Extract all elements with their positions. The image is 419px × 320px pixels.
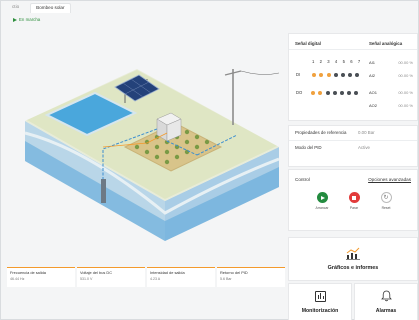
start-label: Arrancar bbox=[315, 206, 329, 210]
signals-header: Señal digital Señal analógica bbox=[289, 34, 417, 50]
pid-mode-label: Modo del PID bbox=[295, 144, 322, 150]
metric-label: Retorno del PID bbox=[220, 270, 248, 275]
run-status: En marcha bbox=[13, 17, 40, 22]
metric-label: Intensidad de salida bbox=[150, 270, 185, 275]
status-dot bbox=[326, 72, 331, 77]
tab-solar-pumping[interactable]: Bombeo solar bbox=[30, 3, 71, 13]
metric-dc-bus-voltage: Voltaje del bus DC 531.0 V bbox=[77, 267, 145, 287]
play-icon bbox=[13, 17, 17, 22]
metrics-bar: Frecuencia de salida 46.44 Hz Voltaje de… bbox=[7, 267, 285, 287]
analog-value: 00.00 % bbox=[398, 90, 413, 95]
stop-icon bbox=[348, 192, 360, 203]
analog-row-ai2: AI2 00.00 % bbox=[369, 73, 413, 78]
metric-label: Frecuencia de salida bbox=[10, 270, 46, 275]
analog-name: AI1 bbox=[369, 60, 376, 65]
row-label: DO bbox=[296, 90, 303, 95]
row-label: DI bbox=[296, 72, 301, 77]
alarms-label: Alarmas bbox=[375, 308, 397, 314]
play-icon bbox=[316, 192, 328, 203]
status-dot bbox=[355, 72, 360, 77]
channel-number: 7 bbox=[357, 59, 361, 64]
control-buttons: Arrancar Parar ↻ Reset bbox=[289, 192, 419, 210]
analog-signal-header: Señal analógica bbox=[369, 41, 403, 46]
digital-input-row: DI bbox=[296, 72, 360, 77]
solar-pumping-scene bbox=[24, 69, 280, 241]
channel-number: 1 bbox=[312, 59, 315, 64]
analog-name: AO1 bbox=[369, 90, 378, 95]
digital-channel-numbers: 1 2 3 4 5 6 7 bbox=[312, 59, 360, 64]
status-dot bbox=[318, 90, 323, 95]
analog-row-ao1: AO1 00.00 % bbox=[369, 90, 413, 95]
control-panel: Control Opciones avanzadas Arrancar Para… bbox=[288, 169, 418, 231]
metric-output-current: Intensidad de salida 4.23 A bbox=[147, 267, 215, 287]
reset-label: Reset bbox=[381, 206, 391, 210]
run-status-text: En marcha bbox=[19, 17, 41, 22]
metric-pid-feedback: Retorno del PID 5.6 Bar bbox=[217, 267, 285, 287]
pid-mode-value: Active bbox=[358, 144, 370, 150]
status-dot bbox=[348, 72, 353, 77]
metric-label: Voltaje del bus DC bbox=[80, 270, 113, 275]
status-dot bbox=[340, 72, 345, 77]
metric-value: 4.23 A bbox=[150, 277, 161, 281]
signals-panel: Señal digital Señal analógica 1 2 3 4 5 … bbox=[288, 33, 418, 121]
app-window: ctio Bombeo solar En marcha Frecuencia d… bbox=[0, 0, 419, 320]
analog-name: AI2 bbox=[369, 73, 376, 78]
channel-number: 3 bbox=[327, 59, 330, 64]
status-dot bbox=[312, 72, 317, 77]
analog-row-ao2: AO2 00.00 % bbox=[369, 103, 413, 108]
alarms-card[interactable]: Alarmas bbox=[354, 283, 418, 320]
channel-number: 4 bbox=[334, 59, 338, 64]
metric-output-frequency: Frecuencia de salida 46.44 Hz bbox=[7, 267, 75, 287]
channel-number: 6 bbox=[350, 59, 353, 64]
pid-mode-row: Modo del PID Active bbox=[289, 139, 417, 155]
bell-icon bbox=[380, 290, 392, 302]
status-dot bbox=[332, 90, 337, 95]
analog-name: AO2 bbox=[369, 103, 378, 108]
metric-value: 531.0 V bbox=[80, 277, 93, 281]
monitor-icon bbox=[314, 290, 326, 302]
pid-reference-label: Propiedades de referencia bbox=[295, 130, 347, 135]
pid-panel: Propiedades de referencia 0.00 Bar Modo … bbox=[288, 125, 418, 167]
utility-pole bbox=[224, 69, 280, 125]
status-dot bbox=[325, 90, 330, 95]
pid-reference-row: Propiedades de referencia 0.00 Bar bbox=[289, 126, 417, 140]
status-dot bbox=[311, 90, 316, 95]
start-button[interactable]: Arrancar bbox=[313, 192, 331, 210]
analog-row-ai1: AI1 00.00 % bbox=[369, 60, 413, 65]
metric-value: 5.6 Bar bbox=[220, 277, 232, 281]
borehole-pump bbox=[101, 179, 106, 203]
reset-button[interactable]: ↻ Reset bbox=[377, 192, 395, 210]
control-header: Control Opciones avanzadas bbox=[289, 170, 417, 185]
control-title: Control bbox=[295, 177, 310, 182]
stop-button[interactable]: Parar bbox=[345, 192, 363, 210]
monitoring-card[interactable]: Monitorización bbox=[288, 283, 352, 320]
digital-signal-header: Señal digital bbox=[295, 41, 321, 46]
status-dot bbox=[354, 90, 359, 95]
graphs-reports-card[interactable]: Gráficos e informes bbox=[288, 237, 418, 281]
channel-number: 5 bbox=[342, 59, 345, 64]
analog-value: 00.00 % bbox=[398, 73, 413, 78]
status-dot bbox=[340, 90, 345, 95]
advanced-options-link[interactable]: Opciones avanzadas bbox=[368, 177, 411, 182]
status-dot bbox=[319, 72, 324, 77]
refresh-icon: ↻ bbox=[380, 192, 392, 203]
status-dot bbox=[347, 90, 352, 95]
chart-icon bbox=[346, 247, 360, 260]
tab-bar: ctio Bombeo solar bbox=[7, 3, 71, 13]
tab-function[interactable]: ctio bbox=[7, 3, 24, 13]
graphs-reports-label: Gráficos e informes bbox=[327, 265, 379, 271]
monitoring-label: Monitorización bbox=[301, 307, 339, 314]
channel-number: 2 bbox=[319, 59, 322, 64]
analog-value: 00.00 % bbox=[398, 103, 413, 108]
inverter-cabinet bbox=[156, 112, 182, 142]
analog-value: 00.00 % bbox=[398, 60, 413, 65]
stop-label: Parar bbox=[349, 206, 359, 210]
pid-reference-value: 0.00 Bar bbox=[358, 130, 375, 135]
digital-output-row: DO bbox=[296, 90, 359, 95]
status-dot bbox=[333, 72, 338, 77]
metric-value: 46.44 Hz bbox=[10, 277, 25, 281]
